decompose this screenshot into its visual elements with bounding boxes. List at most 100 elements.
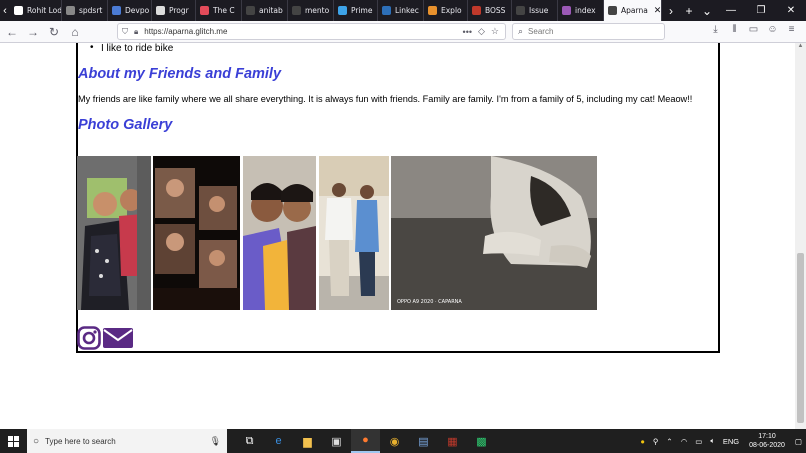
browser-tab[interactable]: Devpo	[108, 0, 152, 21]
gallery-photo-2[interactable]	[153, 156, 240, 310]
tab-label: The C	[213, 6, 235, 15]
tab-label: BOSS	[485, 6, 506, 15]
lock-icon[interactable]: 🔒︎	[134, 27, 138, 37]
bookmark-star-icon[interactable]: ☆	[491, 26, 499, 37]
sidebar-icon[interactable]: ▭	[744, 24, 763, 35]
browser-tab[interactable]: anitab	[242, 0, 288, 21]
microphone-icon[interactable]: 🎙︎	[210, 436, 221, 447]
browser-tab[interactable]: Aparna ✕	[604, 0, 662, 21]
people-icon[interactable]: ⚲	[653, 437, 659, 446]
menu-icon[interactable]: ≡	[782, 24, 801, 35]
tab-favicon-icon	[338, 6, 347, 15]
pocket-icon[interactable]: ◇	[478, 26, 485, 37]
tab-favicon-icon	[246, 6, 255, 15]
tab-label: spdsrt	[79, 6, 103, 15]
gallery-photo-4[interactable]	[319, 156, 389, 310]
chrome-icon[interactable]: ◉	[380, 429, 409, 453]
scrollbar-thumb[interactable]	[797, 253, 804, 423]
firefox-icon[interactable]: ●	[351, 429, 380, 453]
volume-icon[interactable]: 🔈︎	[710, 436, 715, 446]
page-actions-icon[interactable]: •••	[463, 27, 472, 37]
notification-icon[interactable]: ▢	[795, 437, 802, 446]
tray-app-icon[interactable]: ●	[640, 437, 645, 446]
tab-favicon-icon	[608, 6, 617, 15]
forward-button[interactable]: →	[24, 23, 42, 41]
tab-label: Rohit Lodi	[27, 6, 62, 15]
windows-taskbar: ○ Type here to search 🎙︎ ⧉ e ▆ ▣ ● ◉ ▤ ▦…	[0, 429, 806, 453]
close-tab-icon[interactable]: ✕	[654, 6, 661, 16]
browser-tab[interactable]: Linkec	[378, 0, 424, 21]
page-scrollbar[interactable]: ▲	[795, 43, 806, 429]
show-hidden-icons-icon[interactable]: ⌃	[666, 437, 672, 446]
clock[interactable]: 17:10 08-06-2020	[749, 432, 785, 450]
browser-tab[interactable]: Prime	[334, 0, 378, 21]
tab-favicon-icon	[66, 6, 75, 15]
browser-tab[interactable]: index	[558, 0, 604, 21]
back-button[interactable]: ←	[3, 23, 21, 41]
file-explorer-icon[interactable]: ▆	[293, 429, 322, 453]
library-icon[interactable]: ⫴	[725, 24, 744, 35]
tab-label: Explo	[441, 6, 462, 15]
gallery-photo-3[interactable]	[243, 156, 316, 310]
gallery-photo-5[interactable]: OPPO A9 2020 · CAPARNA	[391, 156, 597, 310]
shield-icon[interactable]: ⛉	[122, 27, 128, 37]
tab-favicon-icon	[156, 6, 165, 15]
browser-tab[interactable]: The C	[196, 0, 242, 21]
tab-label: anitab	[259, 6, 283, 15]
address-bar[interactable]: ⛉ 🔒︎ https://aparna.glitch.me ••• ◇ ☆	[117, 23, 506, 40]
navigation-toolbar: ← → ↻ ⌂ ⛉ 🔒︎ https://aparna.glitch.me ••…	[0, 21, 806, 43]
account-icon[interactable]: ☺	[763, 24, 782, 35]
browser-tab[interactable]: spdsrt	[62, 0, 108, 21]
maximize-window-button[interactable]: ❐	[746, 5, 776, 16]
downloads-icon[interactable]: ⤓	[706, 24, 725, 35]
cortana-circle-icon: ○	[33, 435, 40, 447]
tab-scroll-right-button[interactable]: ›	[662, 4, 680, 18]
task-view-icon[interactable]: ⧉	[235, 429, 264, 453]
tab-favicon-icon	[382, 6, 391, 15]
search-input[interactable]: ⌕ Search	[512, 23, 665, 40]
close-window-button[interactable]: ✕	[776, 5, 806, 16]
home-button[interactable]: ⌂	[66, 23, 84, 41]
tab-scroll-left-button[interactable]: ‹	[0, 0, 10, 21]
browser-tab[interactable]: BOSS	[468, 0, 512, 21]
url-text[interactable]: https://aparna.glitch.me	[144, 27, 462, 36]
search-icon: ⌕	[518, 26, 524, 36]
gallery-heading: Photo Gallery	[78, 117, 173, 133]
tab-label: Linkec	[395, 6, 419, 15]
store-icon[interactable]: ▣	[322, 429, 351, 453]
edge-icon[interactable]: e	[264, 429, 293, 453]
taskbar-search-input[interactable]: ○ Type here to search 🎙︎	[27, 429, 227, 453]
tab-favicon-icon	[472, 6, 481, 15]
reload-button[interactable]: ↻	[45, 23, 63, 41]
web-page: I like to ride bike About my Friends and…	[0, 43, 795, 429]
instagram-icon[interactable]	[77, 326, 101, 355]
calendar-app-icon[interactable]: ▦	[438, 429, 467, 453]
gallery-photo-1[interactable]	[77, 156, 151, 310]
battery-icon[interactable]: ▭	[695, 437, 702, 446]
tab-label: Aparna	[621, 6, 648, 15]
clock-time: 17:10	[758, 433, 776, 440]
spreadsheet-icon[interactable]: ▩	[467, 429, 496, 453]
browser-tab[interactable]: Explo	[424, 0, 468, 21]
tab-favicon-icon	[112, 6, 121, 15]
new-tab-button[interactable]: +	[680, 4, 698, 18]
browser-tab[interactable]: Rohit Lodi	[10, 0, 62, 21]
minimize-window-button[interactable]: —	[716, 5, 746, 16]
clock-date: 08-06-2020	[749, 442, 785, 449]
browser-tab[interactable]: Progr	[152, 0, 196, 21]
windows-start-icon[interactable]	[0, 429, 27, 453]
tab-label: Prime	[351, 6, 373, 15]
wifi-icon[interactable]: ◠	[681, 437, 688, 446]
taskbar-search-placeholder: Type here to search	[45, 436, 116, 446]
scroll-up-icon[interactable]: ▲	[795, 43, 806, 53]
email-icon[interactable]	[103, 326, 133, 355]
hobby-list-item: I like to ride bike	[90, 43, 173, 54]
browser-tab[interactable]: Issue	[512, 0, 558, 21]
friends-paragraph: My friends are like family where we all …	[78, 94, 693, 104]
language-indicator[interactable]: ENG	[723, 437, 739, 446]
browser-tab[interactable]: mento	[288, 0, 334, 21]
tab-list-dropdown-icon[interactable]: ⌄	[698, 4, 716, 18]
tab-favicon-icon	[562, 6, 571, 15]
tab-favicon-icon	[516, 6, 525, 15]
photos-icon[interactable]: ▤	[409, 429, 438, 453]
